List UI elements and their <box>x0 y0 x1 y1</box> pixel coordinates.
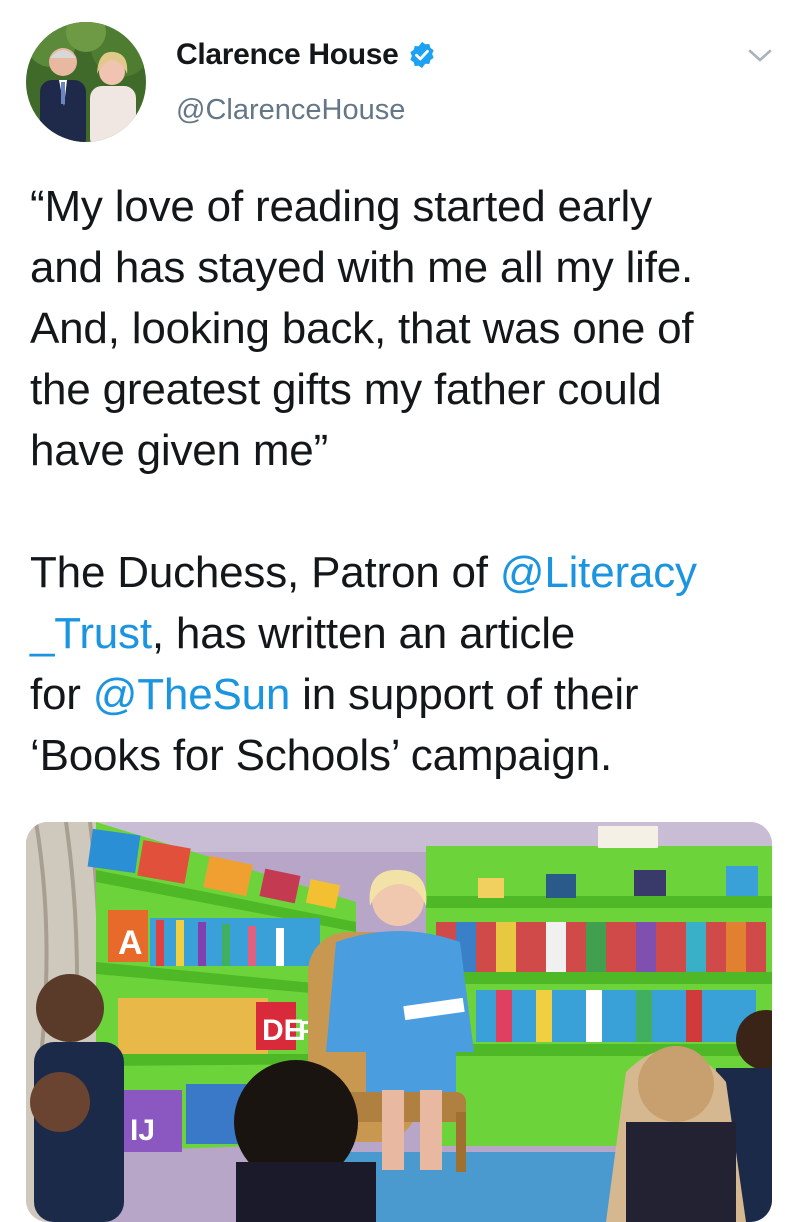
display-name[interactable]: Clarence House <box>176 38 399 72</box>
text-segment: ‘Books for Schools’ campaign. <box>30 731 612 780</box>
shelf-letter: A <box>118 924 143 962</box>
quote-line: and has stayed with me all my life. <box>30 243 694 292</box>
mention-literacy-trust[interactable]: @Literacy <box>500 548 697 597</box>
tweet-text: “My love of reading started early and ha… <box>30 176 780 786</box>
text-segment: The Duchess, Patron of <box>30 548 500 597</box>
author-name-row: Clarence House <box>176 38 437 72</box>
tweet-header: Clarence House @ClarenceHouse <box>0 0 798 160</box>
quote-line: have given me” <box>30 426 329 475</box>
text-segment: in support of their <box>290 670 639 719</box>
tweet-photo[interactable]: A DE F IJ <box>26 822 772 1222</box>
quote-line: “My love of reading started early <box>30 182 652 231</box>
text-segment: for <box>30 670 93 719</box>
text-segment: , has written an article <box>151 609 576 658</box>
mention-the-sun[interactable]: @TheSun <box>93 670 291 719</box>
mention-literacy-trust-cont[interactable]: _Trust <box>30 609 152 658</box>
quote-line: And, looking back, that was one of <box>30 304 694 353</box>
account-handle[interactable]: @ClarenceHouse <box>176 94 405 127</box>
verified-badge-icon <box>409 41 434 69</box>
chevron-down-icon[interactable] <box>744 44 776 68</box>
quote-line: the greatest gifts my father could <box>30 365 662 414</box>
profile-avatar[interactable] <box>26 22 146 142</box>
shelf-letter: IJ <box>130 1114 155 1147</box>
